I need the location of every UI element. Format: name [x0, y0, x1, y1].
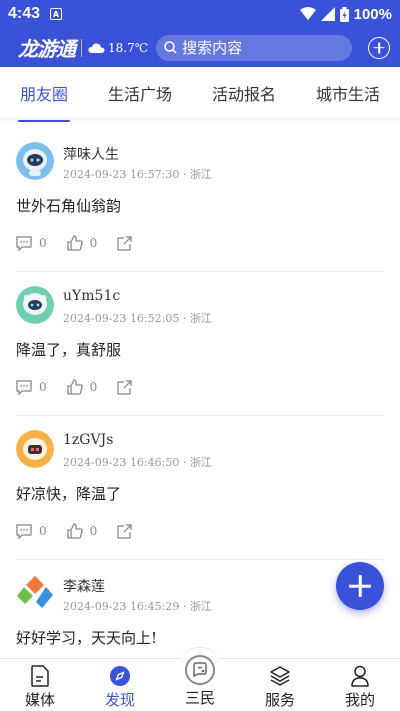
post-content[interactable]: 好凉快，降温了 — [16, 483, 121, 504]
like-count: 0 — [89, 524, 98, 538]
tab-event-signup[interactable]: 活动报名 — [208, 75, 280, 111]
nav-service[interactable]: 服务 — [240, 659, 320, 711]
status-right: 100% — [299, 5, 392, 23]
signal-icon — [320, 7, 335, 21]
share-button[interactable] — [117, 235, 132, 251]
share-icon — [117, 379, 132, 395]
post-meta: 2024-09-23 16:45:29 · 浙江 — [63, 600, 212, 613]
category-tabs: 朋友圈 生活广场 活动报名 城市生活 — [0, 67, 400, 122]
search-icon — [164, 41, 177, 54]
comment-count: 0 — [39, 524, 47, 538]
search-placeholder: 搜索内容 — [182, 39, 243, 57]
post-actions: 0 0 — [16, 235, 152, 251]
logo-divider — [81, 38, 82, 57]
comment-icon — [16, 379, 32, 395]
wifi-icon — [299, 7, 316, 20]
like-count: 0 — [89, 380, 98, 394]
create-post-button[interactable] — [336, 562, 384, 610]
tab-life-square[interactable]: 生活广场 — [104, 75, 176, 111]
thumbs-up-icon — [66, 235, 83, 251]
like-button[interactable]: 0 — [66, 235, 98, 251]
thumbs-up-icon — [66, 379, 83, 395]
battery-percent: 100% — [353, 5, 392, 23]
status-time: 4:43 — [8, 5, 41, 22]
comment-count: 0 — [39, 380, 47, 394]
post-content[interactable]: 好好学习，天天向上! — [16, 627, 157, 648]
notification-icon: A — [50, 8, 63, 20]
tab-city-life[interactable]: 城市生活 — [312, 75, 384, 111]
nav-profile[interactable]: 我的 — [320, 659, 400, 711]
post-meta: 2024-09-23 16:57:30 · 浙江 — [63, 168, 212, 181]
nav-discover[interactable]: 发现 — [80, 659, 160, 711]
post-actions: 0 0 — [16, 379, 152, 395]
post-actions: 0 0 — [16, 523, 152, 539]
person-icon — [351, 665, 369, 687]
tab-friends-circle[interactable]: 朋友圈 — [16, 75, 72, 122]
avatar[interactable] — [16, 574, 54, 612]
post-item[interactable]: 1zGVJs 2024-09-23 16:46:50 · 浙江 好凉快，降温了 … — [16, 416, 384, 560]
post-author[interactable]: 李森莲 — [63, 576, 105, 596]
app-logo: 龙游通 — [18, 37, 76, 61]
post-content[interactable]: 世外石角仙翁韵 — [16, 195, 121, 216]
comment-button[interactable]: 0 — [16, 235, 47, 251]
like-button[interactable]: 0 — [66, 523, 98, 539]
post-item[interactable]: 萍味人生 2024-09-23 16:57:30 · 浙江 世外石角仙翁韵 0 … — [16, 128, 384, 272]
weather: 18.7℃ — [88, 41, 148, 55]
like-count: 0 — [89, 236, 98, 250]
nav-sanmin[interactable]: 三民 — [160, 647, 240, 711]
share-icon — [117, 235, 132, 251]
weather-temp: 18.7℃ — [108, 40, 149, 55]
post-meta: 2024-09-23 16:52:05 · 浙江 — [63, 312, 212, 325]
avatar[interactable] — [16, 142, 54, 180]
nav-label: 我的 — [344, 691, 375, 709]
post-feed: 萍味人生 2024-09-23 16:57:30 · 浙江 世外石角仙翁韵 0 … — [0, 128, 400, 704]
post-content[interactable]: 降温了，真舒服 — [16, 339, 121, 360]
search-input[interactable]: 搜索内容 — [156, 34, 353, 61]
comment-icon — [16, 523, 32, 539]
share-button[interactable] — [117, 523, 132, 539]
share-icon — [117, 523, 132, 539]
nav-label: 三民 — [184, 689, 215, 707]
post-author[interactable]: uYm51c — [63, 288, 120, 304]
bottom-nav: 媒体 发现 三民 服务 我的 — [0, 647, 400, 711]
battery-icon — [339, 6, 349, 22]
add-button[interactable] — [368, 36, 390, 59]
nav-label: 媒体 — [24, 691, 55, 709]
post-meta: 2024-09-23 16:46:50 · 浙江 — [63, 456, 212, 469]
layers-icon — [270, 666, 290, 686]
compass-icon — [110, 666, 130, 686]
cloud-icon — [88, 42, 105, 53]
post-item[interactable]: uYm51c 2024-09-23 16:52:05 · 浙江 降温了，真舒服 … — [16, 272, 384, 416]
comment-icon — [16, 235, 32, 251]
status-bar: 4:43 A 100% — [0, 0, 400, 28]
nav-label: 服务 — [264, 691, 295, 709]
like-button[interactable]: 0 — [66, 379, 98, 395]
document-icon — [31, 665, 49, 687]
post-author[interactable]: 萍味人生 — [63, 144, 119, 164]
nav-label: 发现 — [104, 691, 135, 709]
avatar[interactable] — [16, 286, 54, 324]
share-button[interactable] — [117, 379, 132, 395]
comment-count: 0 — [39, 236, 47, 250]
thumbs-up-icon — [66, 523, 83, 539]
nav-media[interactable]: 媒体 — [0, 659, 80, 711]
post-author[interactable]: 1zGVJs — [63, 432, 113, 448]
sanmin-icon — [185, 655, 215, 685]
avatar[interactable] — [16, 430, 54, 468]
top-bar: 龙游通 18.7℃ 搜索内容 — [0, 28, 400, 67]
comment-button[interactable]: 0 — [16, 379, 47, 395]
comment-button[interactable]: 0 — [16, 523, 47, 539]
app-header: 4:43 A 100% 龙游通 18.7℃ 搜索内容 — [0, 0, 400, 67]
